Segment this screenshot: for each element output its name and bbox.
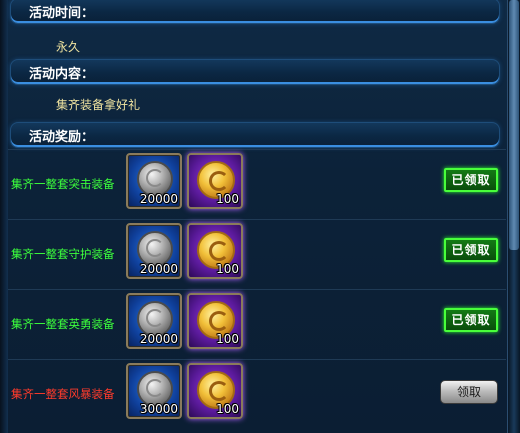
scrollbar-track[interactable] [507, 0, 520, 433]
event-content-value: 集齐装备拿好礼 [56, 98, 141, 112]
section-header-time: 活动时间： [10, 0, 500, 24]
event-time-value: 永久 [56, 40, 81, 54]
reward-row: 集齐一整套英勇装备 20000 100 已领取 [8, 289, 506, 360]
reward-slot-silver[interactable]: 20000 [126, 293, 182, 349]
section-title-time: 活动时间： [29, 6, 95, 21]
reward-qty: 100 [216, 402, 239, 416]
panel-left-border [0, 0, 8, 433]
reward-slot-silver[interactable]: 20000 [126, 223, 182, 279]
reward-label: 集齐一整套突击装备 [11, 177, 115, 191]
section-title-content: 活动内容： [29, 67, 95, 82]
reward-label: 集齐一整套英勇装备 [11, 317, 115, 331]
reward-label: 集齐一整套守护装备 [11, 247, 115, 261]
reward-slot-silver[interactable]: 30000 [126, 363, 182, 419]
scrollbar-thumb[interactable] [509, 0, 519, 250]
reward-qty: 20000 [139, 192, 178, 206]
claim-button[interactable]: 领取 [440, 380, 498, 404]
reward-slot-gold[interactable]: 100 [187, 293, 243, 349]
reward-slot-silver[interactable]: 20000 [126, 153, 182, 209]
reward-slot-gold[interactable]: 100 [187, 153, 243, 209]
reward-row: 集齐一整套风暴装备 30000 100 领取 [8, 359, 506, 430]
reward-slot-gold[interactable]: 100 [187, 223, 243, 279]
section-header-content: 活动内容： [10, 59, 500, 85]
claimed-button[interactable]: 已领取 [444, 238, 498, 262]
reward-row: 集齐一整套突击装备 20000 100 已领取 [8, 149, 506, 220]
reward-qty: 20000 [139, 332, 178, 346]
section-title-reward: 活动奖励： [29, 130, 95, 145]
reward-qty: 30000 [139, 402, 178, 416]
section-header-reward: 活动奖励： [10, 122, 500, 148]
reward-qty: 100 [216, 192, 239, 206]
claimed-button[interactable]: 已领取 [444, 308, 498, 332]
reward-row: 集齐一整套守护装备 20000 100 已领取 [8, 219, 506, 290]
reward-slot-gold[interactable]: 100 [187, 363, 243, 419]
reward-qty: 20000 [139, 262, 178, 276]
reward-label: 集齐一整套风暴装备 [11, 387, 115, 401]
claimed-button[interactable]: 已领取 [444, 168, 498, 192]
reward-qty: 100 [216, 332, 239, 346]
reward-qty: 100 [216, 262, 239, 276]
